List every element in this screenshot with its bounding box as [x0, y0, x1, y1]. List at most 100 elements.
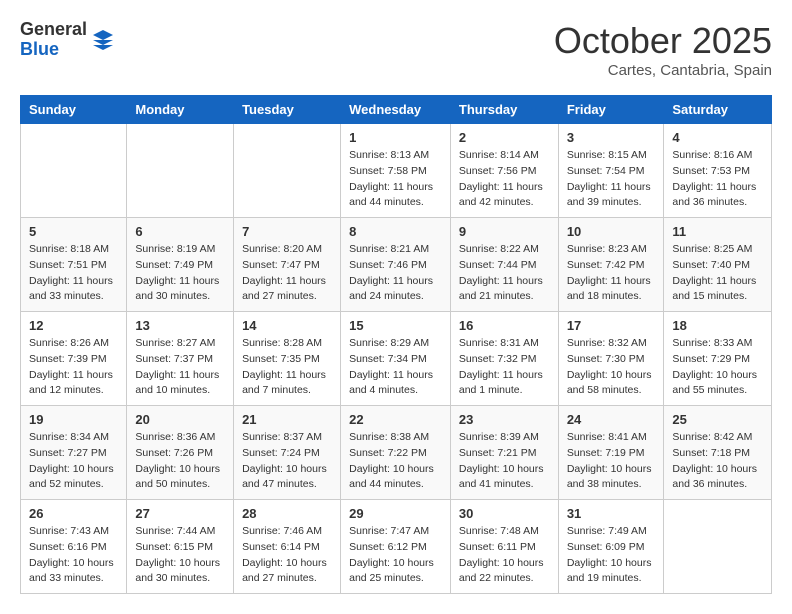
month-title: October 2025 — [554, 20, 772, 62]
day-cell: 2 Sunrise: 8:14 AM Sunset: 7:56 PM Daylig… — [450, 124, 558, 218]
day-number: 29 — [349, 506, 442, 521]
day-cell: 10 Sunrise: 8:23 AM Sunset: 7:42 PM Dayli… — [558, 218, 664, 312]
weekday-header-monday: Monday — [127, 96, 234, 124]
logo-blue-text: Blue — [20, 40, 87, 60]
day-cell: 28 Sunrise: 7:46 AM Sunset: 6:14 PM Dayli… — [234, 500, 341, 594]
day-cell — [21, 124, 127, 218]
day-number: 22 — [349, 412, 442, 427]
day-number: 23 — [459, 412, 550, 427]
day-info: Sunrise: 8:14 AM Sunset: 7:56 PM Dayligh… — [459, 148, 550, 211]
day-number: 25 — [672, 412, 763, 427]
day-info: Sunrise: 7:46 AM Sunset: 6:14 PM Dayligh… — [242, 524, 332, 587]
day-info: Sunrise: 7:48 AM Sunset: 6:11 PM Dayligh… — [459, 524, 550, 587]
day-cell: 5 Sunrise: 8:18 AM Sunset: 7:51 PM Daylig… — [21, 218, 127, 312]
day-cell: 21 Sunrise: 8:37 AM Sunset: 7:24 PM Dayli… — [234, 406, 341, 500]
day-cell: 11Sunrise: 8:25 AM Sunset: 7:40 PM Dayli… — [664, 218, 772, 312]
day-cell: 19Sunrise: 8:34 AM Sunset: 7:27 PM Dayli… — [21, 406, 127, 500]
day-cell: 23 Sunrise: 8:39 AM Sunset: 7:21 PM Dayli… — [450, 406, 558, 500]
logo-general-text: General — [20, 20, 87, 40]
day-info: Sunrise: 8:22 AM Sunset: 7:44 PM Dayligh… — [459, 242, 550, 305]
day-number: 26 — [29, 506, 118, 521]
day-info: Sunrise: 7:44 AM Sunset: 6:15 PM Dayligh… — [135, 524, 225, 587]
day-number: 2 — [459, 130, 550, 145]
day-number: 18 — [672, 318, 763, 333]
day-cell — [664, 500, 772, 594]
day-number: 21 — [242, 412, 332, 427]
day-cell: 18 Sunrise: 8:33 AM Sunset: 7:29 PM Dayli… — [664, 312, 772, 406]
week-row-5: 26 Sunrise: 7:43 AM Sunset: 6:16 PM Dayli… — [21, 500, 772, 594]
day-cell: 13 Sunrise: 8:27 AM Sunset: 7:37 PM Dayli… — [127, 312, 234, 406]
weekday-header-row: SundayMondayTuesdayWednesdayThursdayFrid… — [21, 96, 772, 124]
day-number: 3 — [567, 130, 656, 145]
weekday-header-sunday: Sunday — [21, 96, 127, 124]
day-cell: 1 Sunrise: 8:13 AM Sunset: 7:58 PM Daylig… — [341, 124, 451, 218]
day-cell: 29 Sunrise: 7:47 AM Sunset: 6:12 PM Dayli… — [341, 500, 451, 594]
day-info: Sunrise: 8:36 AM Sunset: 7:26 PM Dayligh… — [135, 430, 225, 493]
weekday-header-tuesday: Tuesday — [234, 96, 341, 124]
day-cell — [234, 124, 341, 218]
day-cell: 20 Sunrise: 8:36 AM Sunset: 7:26 PM Dayli… — [127, 406, 234, 500]
day-info: Sunrise: 8:33 AM Sunset: 7:29 PM Dayligh… — [672, 336, 763, 399]
day-cell: 6 Sunrise: 8:19 AM Sunset: 7:49 PM Daylig… — [127, 218, 234, 312]
day-number: 13 — [135, 318, 225, 333]
day-info: Sunrise: 8:16 AM Sunset: 7:53 PM Dayligh… — [672, 148, 763, 211]
week-row-4: 19Sunrise: 8:34 AM Sunset: 7:27 PM Dayli… — [21, 406, 772, 500]
day-info: Sunrise: 8:21 AM Sunset: 7:46 PM Dayligh… — [349, 242, 442, 305]
day-cell: 7Sunrise: 8:20 AM Sunset: 7:47 PM Daylig… — [234, 218, 341, 312]
day-number: 1 — [349, 130, 442, 145]
day-number: 6 — [135, 224, 225, 239]
day-number: 28 — [242, 506, 332, 521]
day-info: Sunrise: 8:37 AM Sunset: 7:24 PM Dayligh… — [242, 430, 332, 493]
day-cell: 16Sunrise: 8:31 AM Sunset: 7:32 PM Dayli… — [450, 312, 558, 406]
week-row-1: 1 Sunrise: 8:13 AM Sunset: 7:58 PM Daylig… — [21, 124, 772, 218]
day-info: Sunrise: 8:29 AM Sunset: 7:34 PM Dayligh… — [349, 336, 442, 399]
day-info: Sunrise: 8:32 AM Sunset: 7:30 PM Dayligh… — [567, 336, 656, 399]
day-cell: 31Sunrise: 7:49 AM Sunset: 6:09 PM Dayli… — [558, 500, 664, 594]
weekday-header-wednesday: Wednesday — [341, 96, 451, 124]
day-info: Sunrise: 8:23 AM Sunset: 7:42 PM Dayligh… — [567, 242, 656, 305]
weekday-header-saturday: Saturday — [664, 96, 772, 124]
day-cell: 4 Sunrise: 8:16 AM Sunset: 7:53 PM Daylig… — [664, 124, 772, 218]
day-number: 5 — [29, 224, 118, 239]
day-number: 15 — [349, 318, 442, 333]
day-info: Sunrise: 8:19 AM Sunset: 7:49 PM Dayligh… — [135, 242, 225, 305]
day-cell: 3Sunrise: 8:15 AM Sunset: 7:54 PM Daylig… — [558, 124, 664, 218]
day-cell: 22 Sunrise: 8:38 AM Sunset: 7:22 PM Dayli… — [341, 406, 451, 500]
weekday-header-thursday: Thursday — [450, 96, 558, 124]
day-number: 31 — [567, 506, 656, 521]
day-info: Sunrise: 8:31 AM Sunset: 7:32 PM Dayligh… — [459, 336, 550, 399]
day-info: Sunrise: 7:47 AM Sunset: 6:12 PM Dayligh… — [349, 524, 442, 587]
day-cell: 30Sunrise: 7:48 AM Sunset: 6:11 PM Dayli… — [450, 500, 558, 594]
title-area: October 2025 Cartes, Cantabria, Spain — [554, 20, 772, 79]
day-info: Sunrise: 8:20 AM Sunset: 7:47 PM Dayligh… — [242, 242, 332, 305]
day-info: Sunrise: 8:28 AM Sunset: 7:35 PM Dayligh… — [242, 336, 332, 399]
day-number: 20 — [135, 412, 225, 427]
day-info: Sunrise: 8:27 AM Sunset: 7:37 PM Dayligh… — [135, 336, 225, 399]
day-info: Sunrise: 8:18 AM Sunset: 7:51 PM Dayligh… — [29, 242, 118, 305]
day-number: 24 — [567, 412, 656, 427]
day-info: Sunrise: 8:25 AM Sunset: 7:40 PM Dayligh… — [672, 242, 763, 305]
day-number: 19 — [29, 412, 118, 427]
day-info: Sunrise: 7:43 AM Sunset: 6:16 PM Dayligh… — [29, 524, 118, 587]
day-cell: 26 Sunrise: 7:43 AM Sunset: 6:16 PM Dayli… — [21, 500, 127, 594]
weekday-header-friday: Friday — [558, 96, 664, 124]
day-number: 10 — [567, 224, 656, 239]
day-cell: 24 Sunrise: 8:41 AM Sunset: 7:19 PM Dayli… — [558, 406, 664, 500]
day-number: 4 — [672, 130, 763, 145]
day-cell: 25 Sunrise: 8:42 AM Sunset: 7:18 PM Dayli… — [664, 406, 772, 500]
location-text: Cartes, Cantabria, Spain — [554, 62, 772, 79]
day-cell: 8 Sunrise: 8:21 AM Sunset: 7:46 PM Daylig… — [341, 218, 451, 312]
page-header: General Blue October 2025 Cartes, Cantab… — [20, 20, 772, 79]
day-info: Sunrise: 8:38 AM Sunset: 7:22 PM Dayligh… — [349, 430, 442, 493]
day-info: Sunrise: 8:13 AM Sunset: 7:58 PM Dayligh… — [349, 148, 442, 211]
day-info: Sunrise: 8:39 AM Sunset: 7:21 PM Dayligh… — [459, 430, 550, 493]
day-info: Sunrise: 8:42 AM Sunset: 7:18 PM Dayligh… — [672, 430, 763, 493]
day-number: 17 — [567, 318, 656, 333]
day-number: 8 — [349, 224, 442, 239]
day-cell — [127, 124, 234, 218]
day-cell: 9 Sunrise: 8:22 AM Sunset: 7:44 PM Daylig… — [450, 218, 558, 312]
day-number: 12 — [29, 318, 118, 333]
day-info: Sunrise: 8:41 AM Sunset: 7:19 PM Dayligh… — [567, 430, 656, 493]
calendar-table: SundayMondayTuesdayWednesdayThursdayFrid… — [20, 95, 772, 594]
day-number: 9 — [459, 224, 550, 239]
